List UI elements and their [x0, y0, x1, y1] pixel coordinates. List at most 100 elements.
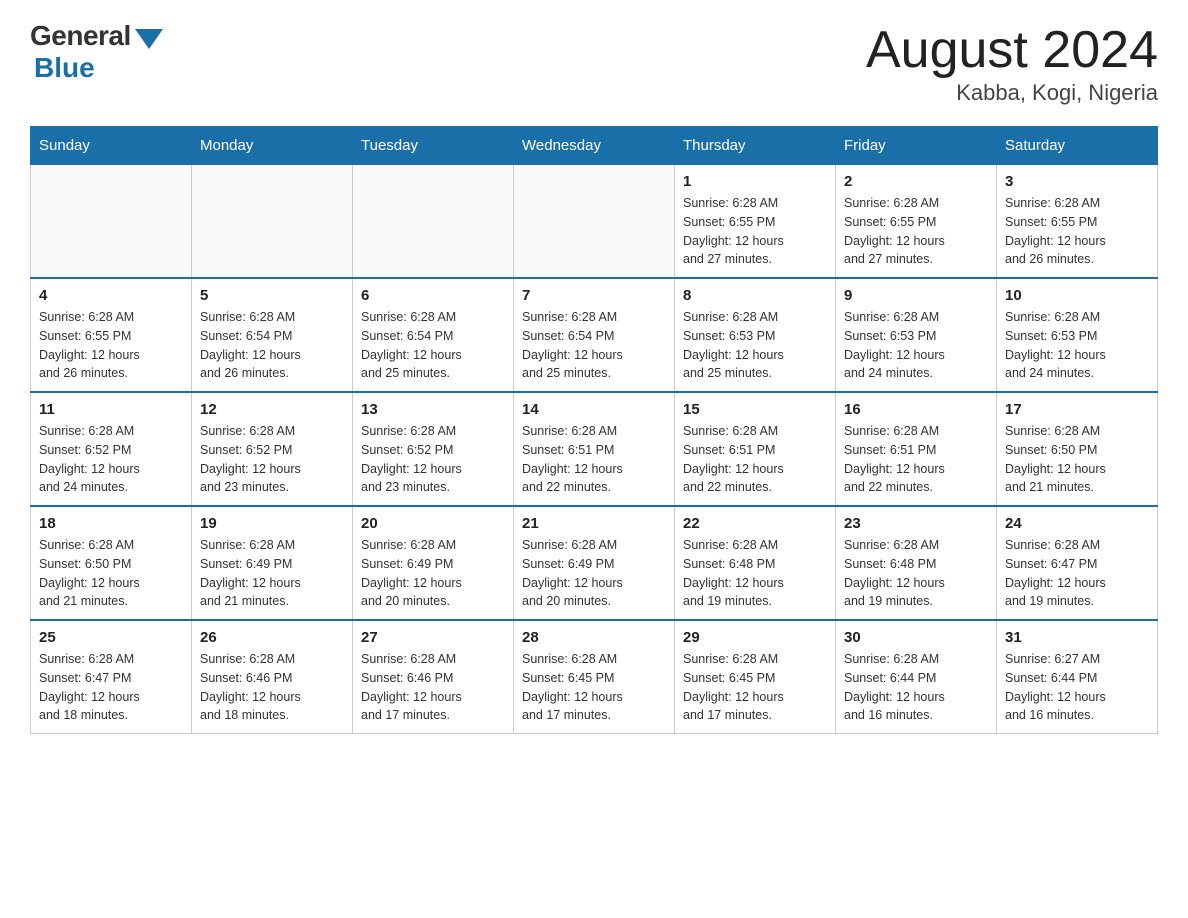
day-info: Sunrise: 6:27 AMSunset: 6:44 PMDaylight:… — [1005, 650, 1149, 725]
calendar-location: Kabba, Kogi, Nigeria — [866, 80, 1158, 106]
calendar-day-cell: 10Sunrise: 6:28 AMSunset: 6:53 PMDayligh… — [997, 278, 1158, 392]
day-number: 23 — [844, 515, 988, 532]
day-number: 5 — [200, 287, 344, 304]
calendar-week-row: 18 Sunrise: 6:28 AMSunset: 6:50 PMDayligh… — [31, 506, 1158, 620]
calendar-day-cell: 12Sunrise: 6:28 AMSunset: 6:52 PMDayligh… — [192, 392, 353, 506]
day-info: Sunrise: 6:28 AMSunset: 6:55 PMDaylight:… — [1005, 194, 1149, 269]
calendar-day-cell: 21Sunrise: 6:28 AMSunset: 6:49 PMDayligh… — [514, 506, 675, 620]
calendar-day-cell: 26 Sunrise: 6:28 AMSunset: 6:46 PMDayligh… — [192, 620, 353, 734]
day-number: 28 — [522, 629, 666, 646]
weekday-header-monday: Monday — [192, 127, 353, 165]
day-number: 14 — [522, 401, 666, 418]
day-number: 7 — [522, 287, 666, 304]
day-info: Sunrise: 6:28 AMSunset: 6:55 PMDaylight:… — [39, 308, 183, 383]
calendar-day-cell: 15 Sunrise: 6:28 AMSunset: 6:51 PMDayligh… — [675, 392, 836, 506]
calendar-day-cell: 27 Sunrise: 6:28 AMSunset: 6:46 PMDayligh… — [353, 620, 514, 734]
calendar-day-cell — [192, 165, 353, 279]
day-number: 29 — [683, 629, 827, 646]
day-info: Sunrise: 6:28 AMSunset: 6:51 PMDaylight:… — [844, 422, 988, 497]
day-info: Sunrise: 6:28 AMSunset: 6:48 PMDaylight:… — [844, 536, 988, 611]
day-number: 3 — [1005, 173, 1149, 190]
day-info: Sunrise: 6:28 AMSunset: 6:52 PMDaylight:… — [361, 422, 505, 497]
day-number: 18 — [39, 515, 183, 532]
day-number: 8 — [683, 287, 827, 304]
day-info: Sunrise: 6:28 AMSunset: 6:46 PMDaylight:… — [200, 650, 344, 725]
calendar-day-cell: 18 Sunrise: 6:28 AMSunset: 6:50 PMDayligh… — [31, 506, 192, 620]
calendar-week-row: 1Sunrise: 6:28 AMSunset: 6:55 PMDaylight… — [31, 165, 1158, 279]
page-header: General Blue August 2024 Kabba, Kogi, Ni… — [30, 20, 1158, 106]
calendar-week-row: 11 Sunrise: 6:28 AMSunset: 6:52 PMDayligh… — [31, 392, 1158, 506]
day-info: Sunrise: 6:28 AMSunset: 6:45 PMDaylight:… — [683, 650, 827, 725]
calendar-day-cell — [514, 165, 675, 279]
calendar-day-cell: 17Sunrise: 6:28 AMSunset: 6:50 PMDayligh… — [997, 392, 1158, 506]
day-info: Sunrise: 6:28 AMSunset: 6:45 PMDaylight:… — [522, 650, 666, 725]
day-number: 11 — [39, 401, 183, 418]
weekday-header-friday: Friday — [836, 127, 997, 165]
calendar-day-cell: 5Sunrise: 6:28 AMSunset: 6:54 PMDaylight… — [192, 278, 353, 392]
calendar-day-cell: 14 Sunrise: 6:28 AMSunset: 6:51 PMDayligh… — [514, 392, 675, 506]
calendar-day-cell: 7 Sunrise: 6:28 AMSunset: 6:54 PMDaylight… — [514, 278, 675, 392]
calendar-day-cell: 9 Sunrise: 6:28 AMSunset: 6:53 PMDaylight… — [836, 278, 997, 392]
weekday-header-saturday: Saturday — [997, 127, 1158, 165]
day-info: Sunrise: 6:28 AMSunset: 6:52 PMDaylight:… — [39, 422, 183, 497]
calendar-day-cell: 11 Sunrise: 6:28 AMSunset: 6:52 PMDayligh… — [31, 392, 192, 506]
weekday-header-sunday: Sunday — [31, 127, 192, 165]
day-info: Sunrise: 6:28 AMSunset: 6:46 PMDaylight:… — [361, 650, 505, 725]
calendar-day-cell: 20Sunrise: 6:28 AMSunset: 6:49 PMDayligh… — [353, 506, 514, 620]
calendar-day-cell: 28 Sunrise: 6:28 AMSunset: 6:45 PMDayligh… — [514, 620, 675, 734]
logo: General Blue — [30, 20, 163, 84]
day-number: 30 — [844, 629, 988, 646]
day-info: Sunrise: 6:28 AMSunset: 6:47 PMDaylight:… — [1005, 536, 1149, 611]
day-number: 26 — [200, 629, 344, 646]
calendar-day-cell — [353, 165, 514, 279]
calendar-day-cell: 30 Sunrise: 6:28 AMSunset: 6:44 PMDayligh… — [836, 620, 997, 734]
calendar-day-cell: 25Sunrise: 6:28 AMSunset: 6:47 PMDayligh… — [31, 620, 192, 734]
day-number: 24 — [1005, 515, 1149, 532]
day-info: Sunrise: 6:28 AMSunset: 6:50 PMDaylight:… — [39, 536, 183, 611]
day-number: 25 — [39, 629, 183, 646]
calendar-day-cell: 24 Sunrise: 6:28 AMSunset: 6:47 PMDayligh… — [997, 506, 1158, 620]
calendar-day-cell: 8Sunrise: 6:28 AMSunset: 6:53 PMDaylight… — [675, 278, 836, 392]
day-number: 16 — [844, 401, 988, 418]
day-info: Sunrise: 6:28 AMSunset: 6:48 PMDaylight:… — [683, 536, 827, 611]
calendar-day-cell: 23 Sunrise: 6:28 AMSunset: 6:48 PMDayligh… — [836, 506, 997, 620]
calendar-day-cell: 16 Sunrise: 6:28 AMSunset: 6:51 PMDayligh… — [836, 392, 997, 506]
logo-general-text: General — [30, 20, 131, 52]
calendar-week-row: 25Sunrise: 6:28 AMSunset: 6:47 PMDayligh… — [31, 620, 1158, 734]
day-info: Sunrise: 6:28 AMSunset: 6:49 PMDaylight:… — [522, 536, 666, 611]
day-info: Sunrise: 6:28 AMSunset: 6:54 PMDaylight:… — [522, 308, 666, 383]
calendar-day-cell: 4 Sunrise: 6:28 AMSunset: 6:55 PMDaylight… — [31, 278, 192, 392]
day-number: 4 — [39, 287, 183, 304]
weekday-header-tuesday: Tuesday — [353, 127, 514, 165]
calendar-day-cell: 3 Sunrise: 6:28 AMSunset: 6:55 PMDaylight… — [997, 165, 1158, 279]
day-info: Sunrise: 6:28 AMSunset: 6:51 PMDaylight:… — [683, 422, 827, 497]
day-info: Sunrise: 6:28 AMSunset: 6:55 PMDaylight:… — [683, 194, 827, 269]
day-number: 22 — [683, 515, 827, 532]
day-number: 10 — [1005, 287, 1149, 304]
day-info: Sunrise: 6:28 AMSunset: 6:49 PMDaylight:… — [200, 536, 344, 611]
weekday-header-thursday: Thursday — [675, 127, 836, 165]
calendar-table: SundayMondayTuesdayWednesdayThursdayFrid… — [30, 126, 1158, 734]
day-number: 15 — [683, 401, 827, 418]
weekday-header-row: SundayMondayTuesdayWednesdayThursdayFrid… — [31, 127, 1158, 165]
calendar-day-cell: 22 Sunrise: 6:28 AMSunset: 6:48 PMDayligh… — [675, 506, 836, 620]
day-info: Sunrise: 6:28 AMSunset: 6:51 PMDaylight:… — [522, 422, 666, 497]
weekday-header-wednesday: Wednesday — [514, 127, 675, 165]
day-number: 27 — [361, 629, 505, 646]
day-info: Sunrise: 6:28 AMSunset: 6:52 PMDaylight:… — [200, 422, 344, 497]
day-number: 20 — [361, 515, 505, 532]
calendar-day-cell: 31 Sunrise: 6:27 AMSunset: 6:44 PMDayligh… — [997, 620, 1158, 734]
day-info: Sunrise: 6:28 AMSunset: 6:44 PMDaylight:… — [844, 650, 988, 725]
day-number: 19 — [200, 515, 344, 532]
day-info: Sunrise: 6:28 AMSunset: 6:53 PMDaylight:… — [844, 308, 988, 383]
calendar-day-cell: 2Sunrise: 6:28 AMSunset: 6:55 PMDaylight… — [836, 165, 997, 279]
calendar-title: August 2024 — [866, 20, 1158, 80]
day-number: 31 — [1005, 629, 1149, 646]
day-number: 9 — [844, 287, 988, 304]
calendar-week-row: 4 Sunrise: 6:28 AMSunset: 6:55 PMDaylight… — [31, 278, 1158, 392]
day-info: Sunrise: 6:28 AMSunset: 6:55 PMDaylight:… — [844, 194, 988, 269]
logo-blue-text: Blue — [34, 52, 95, 84]
day-number: 13 — [361, 401, 505, 418]
calendar-day-cell: 6Sunrise: 6:28 AMSunset: 6:54 PMDaylight… — [353, 278, 514, 392]
logo-arrow-icon — [135, 29, 163, 49]
